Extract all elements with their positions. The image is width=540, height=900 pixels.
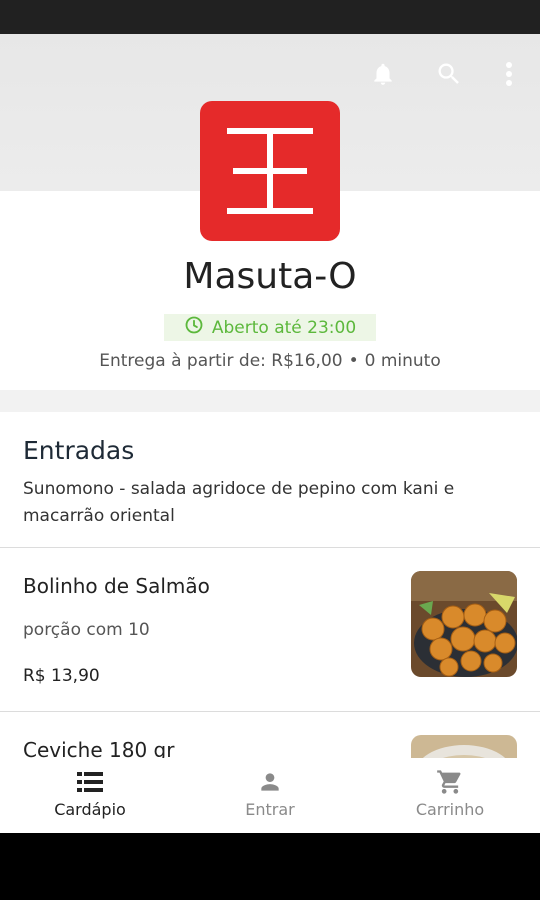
- cart-icon: [436, 768, 464, 796]
- delivery-fee: Entrega à partir de: R$16,00: [99, 351, 343, 371]
- menu-section: Entradas Sunomono - salada agridoce de p…: [0, 412, 540, 548]
- section-description: Sunomono - salada agridoce de pepino com…: [23, 479, 455, 526]
- open-status-text: Aberto até 23:00: [211, 317, 357, 338]
- item-photo: [411, 571, 517, 677]
- person-icon: [257, 768, 283, 796]
- nav-label: Cardápio: [54, 800, 126, 819]
- delivery-time: 0 minuto: [364, 351, 441, 371]
- item-price: R$ 13,90: [23, 666, 100, 686]
- section-gap: [0, 390, 540, 412]
- search-icon[interactable]: [431, 56, 467, 92]
- nav-label: Carrinho: [415, 800, 485, 819]
- nav-item-cardapio[interactable]: Cardápio: [0, 758, 180, 833]
- open-status-badge: Aberto até 23:00: [164, 314, 376, 341]
- bottom-navigation: Cardápio Entrar Carrinho: [0, 758, 540, 833]
- status-bar: [0, 0, 540, 34]
- item-description: porção com 10: [23, 620, 150, 640]
- nav-item-carrinho[interactable]: Carrinho: [360, 758, 540, 833]
- item-name: Bolinho de Salmão: [23, 574, 210, 598]
- store-logo: [200, 101, 340, 241]
- delivery-info: Entrega à partir de: R$16,00 • 0 minuto: [0, 351, 540, 371]
- delivery-separator: •: [348, 351, 359, 371]
- menu-list-icon: [77, 768, 103, 796]
- nav-label: Entrar: [245, 800, 295, 819]
- nav-item-entrar[interactable]: Entrar: [180, 758, 360, 833]
- system-navigation-area: [0, 833, 540, 900]
- app-screen: Masuta-O Aberto até 23:00 Entrega à part…: [0, 34, 540, 833]
- bell-icon[interactable]: [365, 56, 401, 92]
- store-name: Masuta-O: [183, 256, 357, 297]
- menu-item[interactable]: Bolinho de Salmão porção com 10 R$ 13,90: [0, 548, 540, 712]
- section-title: Entradas: [23, 436, 135, 465]
- clock-icon: [184, 315, 204, 340]
- more-vertical-icon[interactable]: [491, 56, 527, 92]
